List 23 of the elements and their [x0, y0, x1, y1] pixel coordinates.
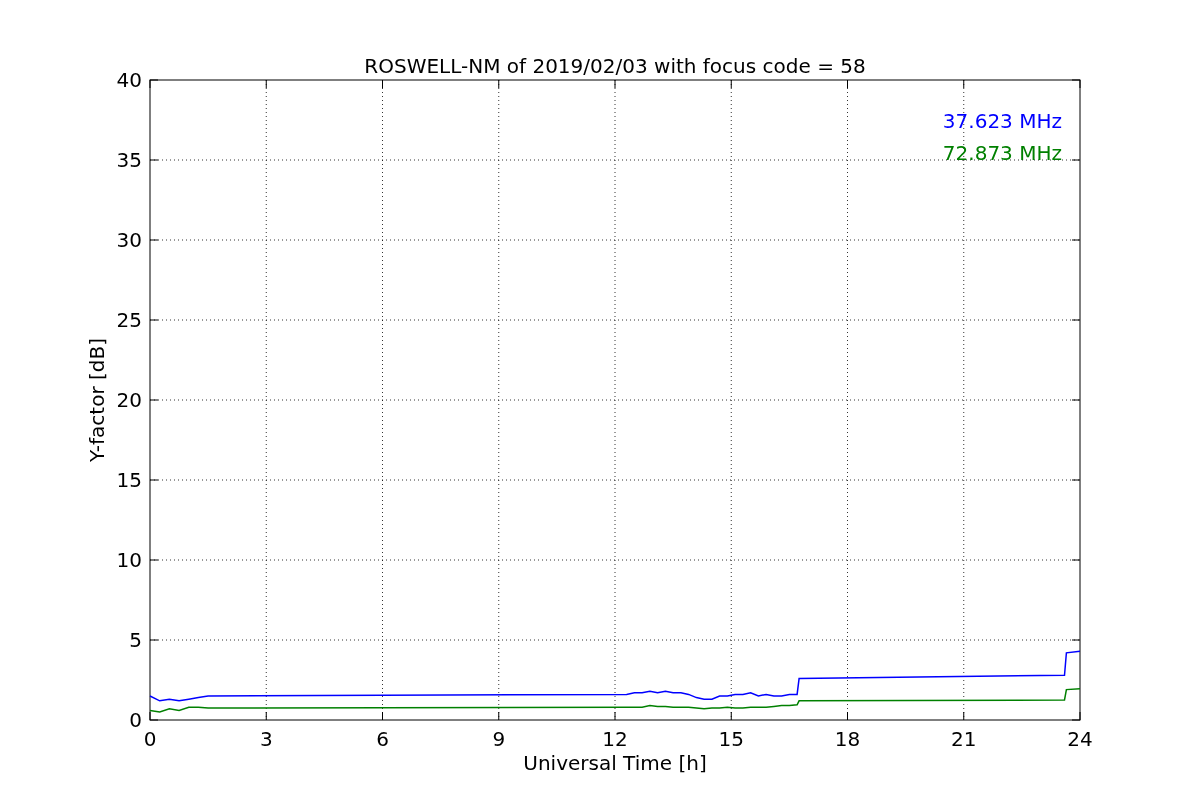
- x-tick-label: 0: [143, 727, 157, 751]
- x-tick-label: 24: [1067, 727, 1093, 751]
- y-tick-label: 35: [116, 148, 142, 172]
- y-tick-label: 40: [116, 68, 142, 92]
- y-tick-label: 30: [116, 228, 142, 252]
- x-tick-label: 3: [259, 727, 273, 751]
- x-tick-label: 12: [602, 727, 628, 751]
- y-tick-label: 15: [116, 468, 142, 492]
- chart-title: ROSWELL-NM of 2019/02/03 with focus code = 58: [364, 54, 866, 78]
- x-tick-label: 9: [492, 727, 506, 751]
- x-tick-label: 6: [376, 727, 389, 751]
- y-tick-label: 20: [116, 388, 142, 412]
- y-tick-label: 25: [116, 308, 142, 332]
- legend-label: 37.623 MHz: [942, 109, 1062, 133]
- x-tick-label: 21: [951, 727, 977, 751]
- y-tick-label: 0: [129, 708, 142, 732]
- x-axis-label: Universal Time [h]: [523, 751, 707, 775]
- y-tick-label: 5: [129, 628, 142, 652]
- y-tick-label: 10: [116, 548, 142, 572]
- legend-label: 72.873 MHz: [942, 141, 1062, 165]
- x-tick-label: 18: [834, 727, 861, 751]
- y-axis-label: Y-factor [dB]: [85, 338, 109, 462]
- x-tick-label: 15: [718, 727, 744, 751]
